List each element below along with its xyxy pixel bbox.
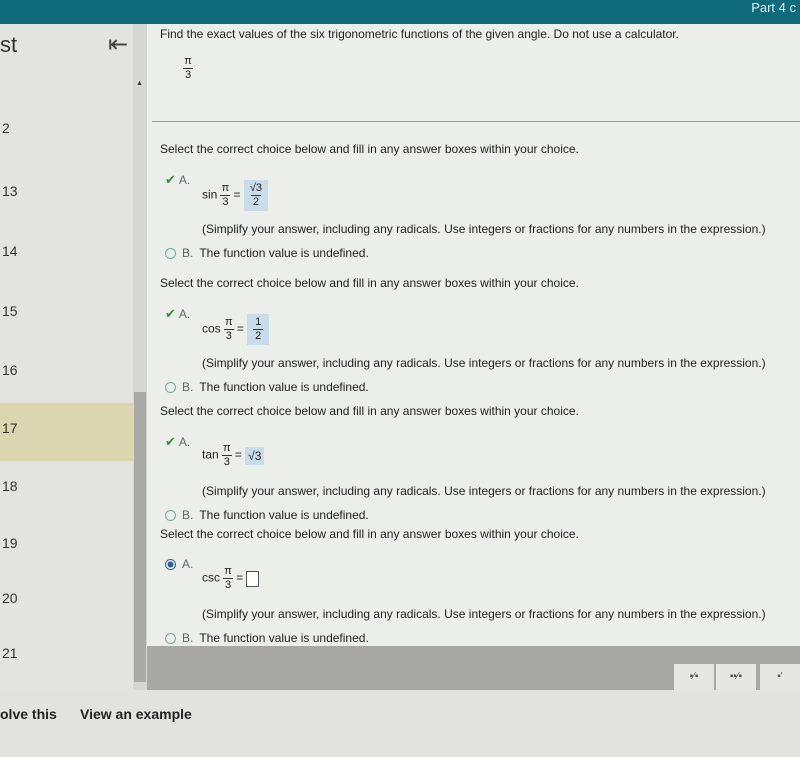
check-icon: ✔ — [165, 434, 176, 449]
function-name: sin — [202, 187, 218, 202]
fraction-button[interactable]: ▪⁄▪ — [674, 664, 714, 690]
radio-b[interactable] — [165, 382, 176, 394]
view-example-link[interactable]: View an example — [80, 706, 192, 722]
choice-a-label: A. — [178, 307, 191, 321]
part-label: Part 4 c — [751, 0, 796, 15]
answer-box[interactable]: √3 2 — [243, 180, 268, 211]
choice-b-label: B. — [182, 380, 194, 394]
choice-b-label: B. — [182, 631, 194, 645]
choice-b-text: The function value is undefined. — [199, 631, 369, 645]
angle-num: π — [224, 316, 233, 328]
scroll-up-arrow-icon[interactable]: ▲ — [136, 80, 143, 87]
angle-num: π — [224, 565, 232, 577]
divider — [152, 121, 800, 122]
angle-den: 3 — [223, 578, 234, 591]
part-instruction: Select the correct choice below and fill… — [160, 527, 579, 541]
sidebar-item-19[interactable]: 19 — [2, 535, 18, 551]
sidebar-item-15[interactable]: 15 — [2, 303, 18, 319]
part-instruction: Select the correct choice below and fill… — [160, 276, 579, 290]
answer-equation: sin π 3 = √3 2 — [202, 180, 268, 211]
choice-a[interactable]: ✔ A. — [165, 434, 196, 450]
top-bar — [0, 0, 800, 24]
mixed-number-button[interactable]: ▪▪⁄▪ — [716, 664, 756, 690]
radio-b[interactable] — [165, 510, 176, 522]
answer-box[interactable]: √3 — [245, 446, 265, 465]
answer-box[interactable]: 12 — [247, 314, 270, 345]
sidebar-item-20[interactable]: 20 — [2, 590, 18, 606]
check-icon: ✔ — [165, 172, 176, 187]
function-name: csc — [202, 570, 220, 585]
sidebar-title: st — [0, 32, 18, 57]
answer-equation: cos π 3 = 12 — [202, 314, 270, 345]
choice-b-text: The function value is undefined. — [199, 508, 369, 522]
sidebar-item-21[interactable]: 21 — [2, 645, 18, 661]
sidebar-item-18[interactable]: 18 — [2, 478, 18, 494]
choice-b-label: B. — [182, 508, 194, 522]
choice-b-text: The function value is undefined. — [199, 246, 369, 260]
function-name: tan — [202, 447, 219, 462]
angle-den: 3 — [220, 195, 231, 208]
solve-this-link[interactable]: olve this — [0, 706, 57, 722]
choice-b-text: The function value is undefined. — [199, 380, 369, 394]
angle-den: 3 — [221, 455, 232, 468]
choice-a-label: A. — [182, 557, 194, 571]
radio-b[interactable] — [165, 248, 176, 260]
hint-text: (Simplify your answer, including any rad… — [202, 356, 766, 370]
choice-a-label: A. — [178, 173, 191, 187]
hint-text: (Simplify your answer, including any rad… — [202, 222, 766, 236]
answer-den: 2 — [253, 329, 264, 342]
choice-b[interactable]: B. The function value is undefined. — [165, 246, 369, 260]
choice-b[interactable]: B. The function value is undefined. — [165, 631, 369, 645]
choice-b[interactable]: B. The function value is undefined. — [165, 508, 369, 522]
part-instruction: Select the correct choice below and fill… — [160, 404, 579, 418]
sidebar-item-13[interactable]: 13 — [2, 183, 18, 199]
sidebar-item-14[interactable]: 14 — [2, 243, 18, 259]
choice-b[interactable]: B. The function value is undefined. — [165, 380, 369, 394]
exponent-button[interactable]: ▪' — [760, 664, 800, 690]
choice-a[interactable]: ✔ A. — [165, 306, 196, 322]
scrollbar-thumb[interactable] — [134, 392, 146, 682]
sidebar-item-2[interactable]: 2 — [2, 120, 10, 136]
radio-a[interactable] — [165, 559, 176, 571]
angle-num: π — [222, 442, 231, 454]
answer-den: 2 — [250, 195, 261, 208]
choice-a-label: A. — [178, 435, 191, 449]
radio-b[interactable] — [165, 633, 176, 645]
answer-equation: tan π 3 = √3 — [202, 442, 265, 469]
part-instruction: Select the correct choice below and fill… — [160, 142, 579, 156]
given-angle: π3 — [180, 55, 196, 82]
answer-num: √3 — [249, 182, 262, 194]
angle-den: 3 — [223, 329, 234, 342]
answer-equation: csc π 3 = — [202, 565, 260, 592]
question-prompt: Find the exact values of the six trigono… — [160, 27, 679, 41]
sidebar-item-17[interactable]: 17 — [2, 420, 18, 436]
angle-num: π — [184, 55, 192, 67]
angle-num: π — [221, 182, 230, 194]
angle-den: 3 — [183, 68, 194, 81]
hint-text: (Simplify your answer, including any rad… — [202, 607, 766, 621]
check-icon: ✔ — [165, 306, 176, 321]
answer-box[interactable] — [246, 570, 260, 587]
question-list-sidebar — [0, 24, 133, 690]
footer-bar — [0, 690, 800, 757]
function-name: cos — [202, 321, 221, 336]
choice-b-label: B. — [182, 246, 194, 260]
answer-num: 1 — [255, 316, 262, 328]
choice-a[interactable]: ✔ A. — [165, 172, 196, 188]
sidebar-item-16[interactable]: 16 — [2, 362, 18, 378]
hint-text: (Simplify your answer, including any rad… — [202, 484, 766, 498]
collapse-arrow-icon[interactable]: ⇤ — [108, 30, 128, 59]
choice-a[interactable]: A. — [165, 557, 199, 571]
sidebar-highlight — [0, 403, 133, 461]
